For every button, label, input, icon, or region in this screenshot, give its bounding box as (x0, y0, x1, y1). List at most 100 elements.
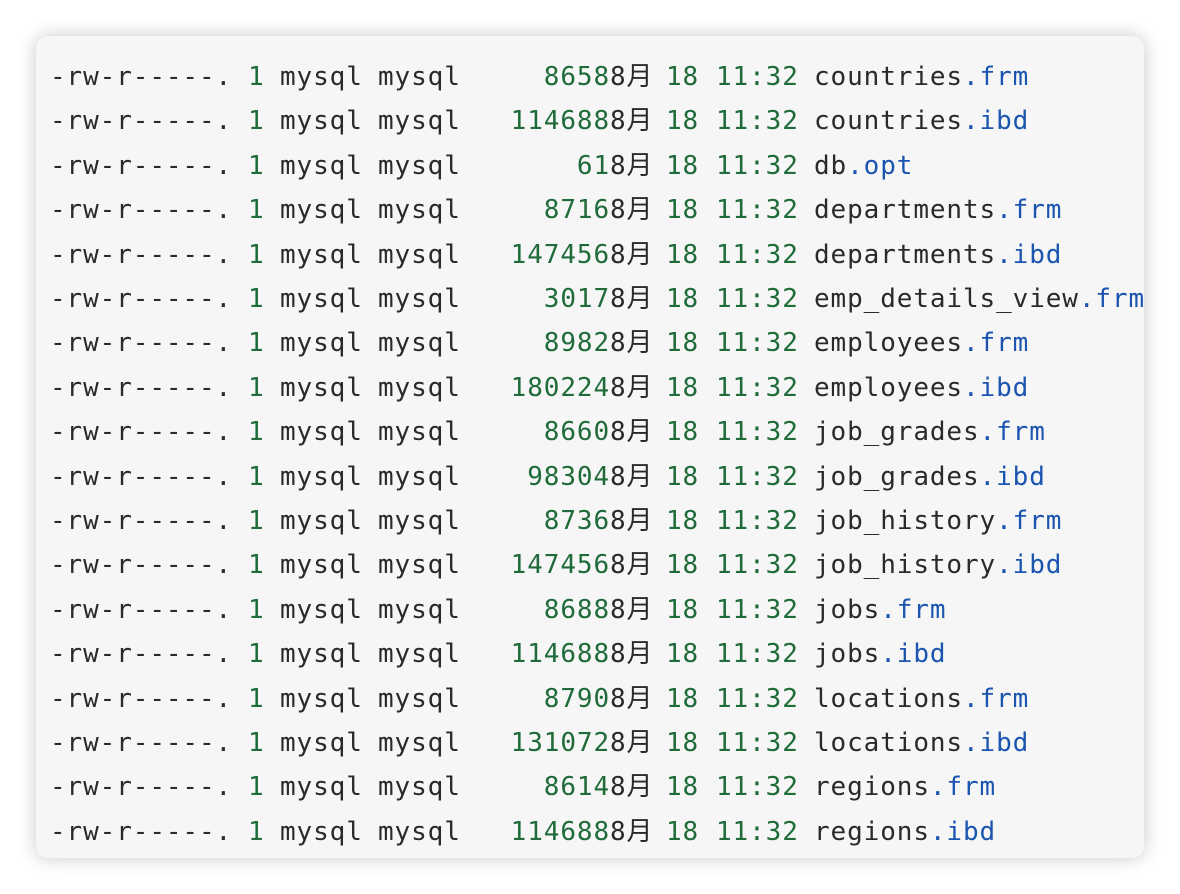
time-text: 11:32 (716, 550, 799, 581)
file-name-base: emp_details_view (814, 284, 1079, 314)
file-name: countries.ibd (814, 99, 1029, 143)
time-text: 11:32 (716, 239, 799, 270)
file-size-text: 3017 (543, 284, 610, 314)
permissions-text: -rw-r-----. (50, 594, 233, 625)
group-text: mysql (378, 150, 461, 181)
time-text: 11:32 (716, 772, 799, 803)
time-text: 11:32 (716, 683, 799, 714)
group-text: mysql (378, 728, 461, 758)
file-size-text: 131072 (510, 728, 610, 758)
file-size-text: 180224 (510, 372, 610, 403)
file-size-text: 114688 (510, 816, 610, 847)
file-name-extension: .ibd (962, 728, 1030, 758)
file-name-extension: .opt (847, 150, 914, 181)
time-text: 11:32 (716, 594, 799, 625)
owner-text: mysql (280, 594, 363, 625)
file-name: locations.frm (814, 677, 1029, 721)
link-count-text: 1 (248, 239, 265, 270)
file-size-text: 8614 (543, 772, 610, 803)
group-text: mysql (378, 594, 461, 625)
link-count-text: 1 (248, 328, 265, 359)
link-count-text: 1 (248, 550, 265, 581)
month-text: 8月 (610, 62, 654, 92)
owner-text: mysql (280, 328, 363, 359)
file-name-extension: .frm (1078, 284, 1144, 314)
link-count-text: 1 (248, 106, 265, 137)
permissions-text: -rw-r-----. (50, 461, 233, 492)
link-count-text: 1 (248, 816, 265, 847)
owner-text: mysql (280, 683, 363, 714)
time-text: 11:32 (716, 728, 799, 758)
owner-text: mysql (280, 506, 363, 536)
link-count-text: 1 (248, 461, 265, 492)
file-size-text: 147456 (510, 550, 610, 581)
file-size-text: 8688 (543, 594, 610, 625)
group-text: mysql (378, 683, 461, 714)
file-name-base: regions (814, 772, 930, 803)
time-text: 11:32 (716, 639, 799, 670)
day-text: 18 (666, 728, 700, 758)
permissions-text: -rw-r-----. (50, 284, 233, 314)
owner-text: mysql (280, 772, 363, 803)
file-name: db.opt (814, 144, 913, 188)
owner-text: mysql (280, 639, 363, 670)
month-text: 8月 (610, 639, 654, 670)
time-text: 11:32 (716, 106, 799, 137)
file-name-extension: .ibd (880, 639, 947, 670)
file-name-base: countries (814, 106, 963, 137)
file-name-extension: .frm (996, 195, 1063, 226)
group-text: mysql (378, 284, 461, 314)
permissions-text: -rw-r-----. (50, 239, 233, 270)
file-size-text: 61 (576, 150, 610, 181)
group-text: mysql (378, 506, 461, 536)
permissions-text: -rw-r-----. (50, 728, 233, 758)
time-text: 11:32 (716, 195, 799, 226)
link-count-text: 1 (248, 683, 265, 714)
owner-text: mysql (280, 550, 363, 581)
file-size-text: 8660 (543, 417, 610, 448)
time-text: 11:32 (716, 816, 799, 847)
file-name-base: job_history (814, 550, 997, 581)
file-name-extension: .frm (962, 62, 1030, 92)
link-count-text: 1 (248, 284, 265, 314)
permissions-text: -rw-r-----. (50, 683, 233, 714)
owner-text: mysql (280, 150, 363, 181)
month-text: 8月 (610, 372, 654, 403)
file-name-base: job_grades (814, 461, 980, 492)
time-text: 11:32 (716, 328, 799, 359)
link-count-text: 1 (248, 417, 265, 448)
file-name-base: countries (814, 62, 963, 92)
file-size-text: 8736 (543, 506, 610, 536)
link-count-text: 1 (248, 772, 265, 803)
file-name: employees.frm (814, 321, 1029, 365)
owner-text: mysql (280, 461, 363, 492)
file-name-extension: .frm (962, 683, 1030, 714)
permissions-text: -rw-r-----. (50, 550, 233, 581)
link-count-text: 1 (248, 639, 265, 670)
day-text: 18 (666, 150, 700, 181)
time-text: 11:32 (716, 417, 799, 448)
permissions-text: -rw-r-----. (50, 328, 233, 359)
month-text: 8月 (610, 683, 654, 714)
file-name-extension: .frm (979, 417, 1046, 448)
file-name-extension: .ibd (962, 372, 1030, 403)
file-name-extension: .frm (880, 594, 947, 625)
permissions-text: -rw-r-----. (50, 150, 233, 181)
permissions-text: -rw-r-----. (50, 639, 233, 670)
file-name-base: job_history (814, 506, 997, 536)
file-size-text: 147456 (510, 239, 610, 270)
file-name: jobs.ibd (814, 632, 946, 676)
day-text: 18 (666, 62, 700, 92)
month-text: 8月 (610, 239, 654, 270)
day-text: 18 (666, 772, 700, 803)
file-name: jobs.frm (814, 588, 946, 632)
group-text: mysql (378, 195, 461, 226)
link-count-text: 1 (248, 150, 265, 181)
file-name-extension: .frm (929, 772, 997, 803)
file-size-text: 8982 (543, 328, 610, 359)
file-name-extension: .ibd (979, 461, 1046, 492)
time-text: 11:32 (716, 150, 799, 181)
month-text: 8月 (610, 550, 654, 581)
file-name-extension: .ibd (929, 816, 997, 847)
file-name: regions.ibd (814, 810, 996, 854)
